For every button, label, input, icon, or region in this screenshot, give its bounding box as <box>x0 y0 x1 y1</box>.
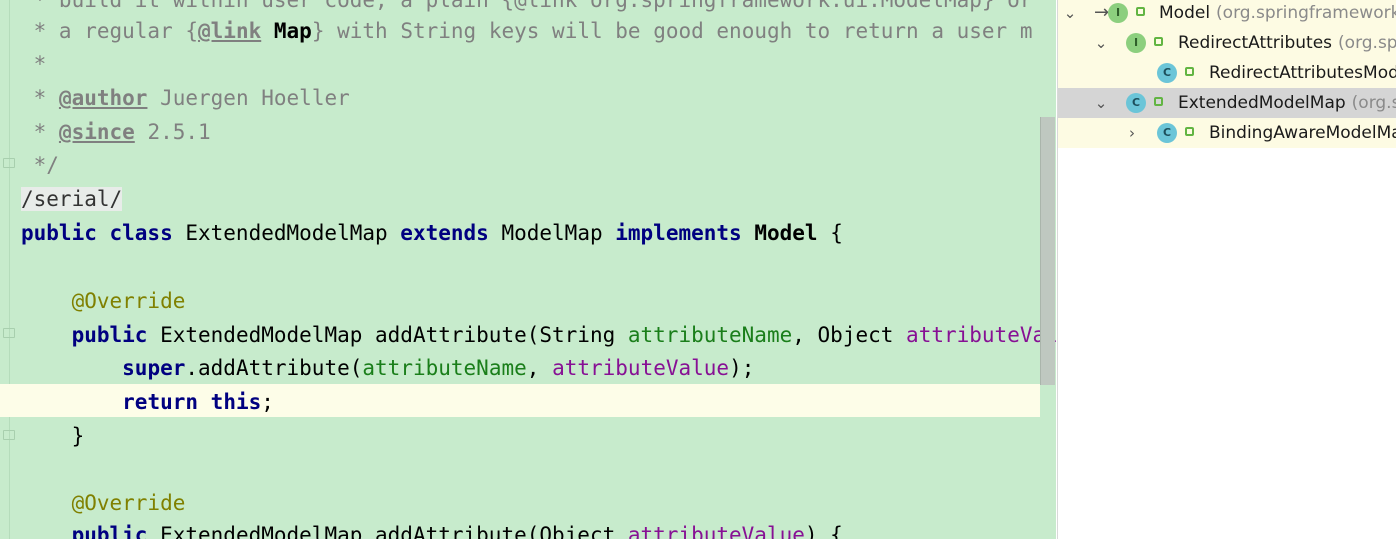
javadoc-tag: @author <box>58 86 148 110</box>
hierarchy-item-package: (org.springframework.ui) <box>1216 3 1396 23</box>
chevron-down-icon[interactable]: ⌄ <box>1093 88 1109 118</box>
go-to-icon: → <box>1094 2 1110 23</box>
code-line: public ExtendedModelMap addAttribute(Obj… <box>71 523 843 539</box>
code-line: super.addAttribute(attributeName, attrib… <box>122 356 755 380</box>
lock-icon <box>1185 67 1194 76</box>
chevron-right-icon[interactable]: › <box>1124 118 1140 148</box>
fold-marker-icon[interactable] <box>3 328 15 338</box>
hierarchy-item-package: (org.springframework.web.servlet.mvc.sup… <box>1338 33 1396 53</box>
fold-marker-icon[interactable] <box>3 430 15 440</box>
class-icon: C <box>1157 123 1177 143</box>
lock-icon <box>1136 7 1145 16</box>
type-hierarchy-panel: ⌄ → I Model(org.springframework.ui) ⌄ I … <box>1057 0 1396 539</box>
code-line: * @author Juergen Hoeller <box>21 86 350 110</box>
hierarchy-item-package: (org.springframework.ui) <box>1351 93 1396 113</box>
serial-marker: /serial/ <box>21 187 123 211</box>
interface-icon: I <box>1126 33 1146 53</box>
code-line: public ExtendedModelMap addAttribute(Str… <box>71 323 1056 347</box>
code-editor[interactable]: * build it within user code, a plain {@l… <box>0 0 1056 539</box>
class-icon: C <box>1126 93 1146 113</box>
hierarchy-item-label: Model <box>1159 3 1211 23</box>
code-line: @Override <box>21 491 186 515</box>
code-line: @Override <box>21 289 186 313</box>
chevron-down-icon[interactable]: ⌄ <box>1062 0 1078 28</box>
hierarchy-item-bindingawaremodelmap[interactable]: › C BindingAwareModelMap <box>1058 118 1396 148</box>
javadoc-tag: @link <box>198 19 262 43</box>
lock-icon <box>1185 127 1194 136</box>
code-line: * @since 2.5.1 <box>21 120 211 144</box>
hierarchy-item-redirectattributes[interactable]: ⌄ I RedirectAttributes(org.springframewo… <box>1058 28 1396 58</box>
code-line-current: return this; <box>122 390 274 414</box>
code-line: /serial/ <box>21 182 123 216</box>
lock-icon <box>1154 97 1163 106</box>
code-line: public class ExtendedModelMap extends Mo… <box>21 221 843 245</box>
hierarchy-item-label: RedirectAttributesModelMap <box>1209 63 1396 83</box>
code-line: } <box>21 424 85 448</box>
class-icon: C <box>1157 63 1177 83</box>
hierarchy-item-label: BindingAwareModelMap <box>1209 123 1396 143</box>
vertical-scrollbar[interactable] <box>1040 117 1055 385</box>
javadoc-tag: @since <box>58 120 135 144</box>
lock-icon <box>1154 37 1163 46</box>
hierarchy-item-redirectattributesmodelmap[interactable]: C RedirectAttributesModelMap <box>1058 58 1396 88</box>
chevron-down-icon[interactable]: ⌄ <box>1093 28 1109 58</box>
code-line: */ <box>21 153 59 177</box>
gutter <box>9 0 10 539</box>
hierarchy-item-label: ExtendedModelMap <box>1178 93 1346 113</box>
code-line: * a regular {@link Map} with String keys… <box>21 19 1033 43</box>
code-line: * <box>21 52 47 76</box>
fold-marker-icon[interactable] <box>3 158 15 168</box>
hierarchy-item-model[interactable]: ⌄ → I Model(org.springframework.ui) <box>1058 0 1396 28</box>
hierarchy-item-extendedmodelmap[interactable]: ⌄ C ExtendedModelMap(org.springframework… <box>1058 88 1396 118</box>
hierarchy-item-label: RedirectAttributes <box>1178 33 1333 53</box>
interface-icon: I <box>1108 3 1128 23</box>
